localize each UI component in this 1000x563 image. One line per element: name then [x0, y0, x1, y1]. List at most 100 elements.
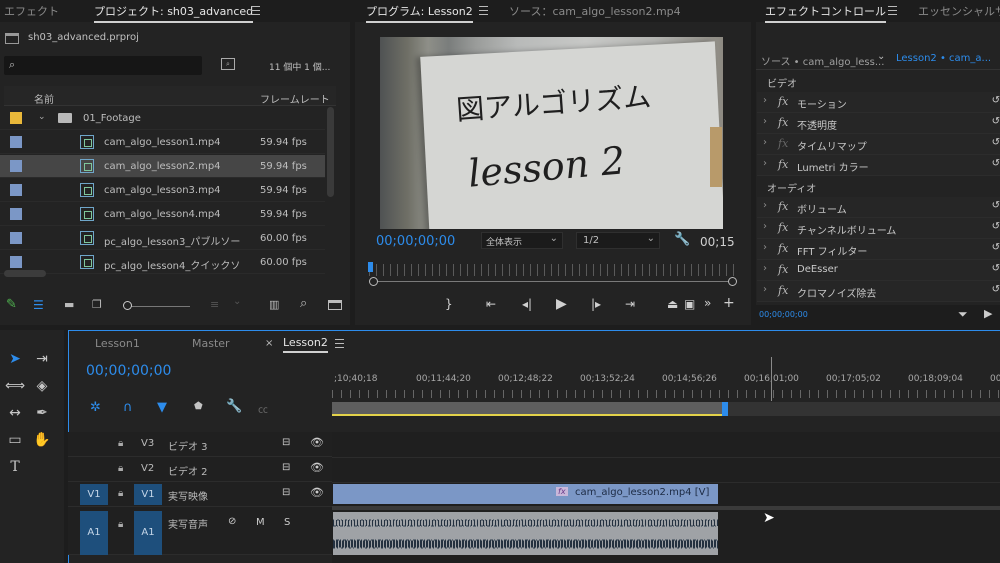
new-bin-from-search-icon[interactable]: ⌕ [221, 58, 235, 70]
add-marker-icon[interactable]: ⬟ [194, 401, 203, 412]
reset-icon[interactable]: ↺ [992, 200, 1000, 211]
horizontal-scrollbar[interactable] [4, 270, 46, 277]
timeline-settings-icon[interactable]: 🔧 [226, 399, 242, 414]
zoom-slider[interactable] [124, 306, 190, 307]
sort-icon[interactable]: ≡ [210, 298, 219, 311]
slip-tool-icon[interactable]: ↔ [4, 402, 26, 424]
eye-icon[interactable]: 👁︎ [310, 436, 324, 449]
fx-toggle-icon[interactable]: fx [778, 263, 788, 276]
effect-row[interactable]: › fx 不透明度 ↺ [757, 113, 1000, 134]
lock-icon[interactable]: 🔒︎ [118, 438, 123, 449]
panel-menu-icon[interactable] [888, 6, 897, 15]
eye-icon[interactable]: 👁︎ [310, 461, 324, 474]
zoom-bar-right-handle[interactable] [728, 277, 737, 286]
tab-lesson1[interactable]: Lesson1 [95, 337, 140, 350]
chevron-right-icon[interactable]: › [763, 242, 767, 253]
project-item-row[interactable]: cam_algo_lesson4.mp4 59.94 fps [0, 203, 325, 226]
reset-icon[interactable]: ↺ [992, 158, 1000, 169]
add-button-icon[interactable]: + [723, 295, 735, 311]
reset-icon[interactable]: ↺ [992, 284, 1000, 295]
panel-menu-icon[interactable] [479, 6, 488, 15]
freeform-view-icon[interactable]: ❐ [92, 298, 102, 311]
play-icon[interactable]: ▶ [556, 296, 567, 312]
linked-selection-icon[interactable]: ▼ [157, 400, 167, 415]
type-tool-icon[interactable]: T [4, 456, 26, 478]
track-select-tool-icon[interactable]: ⇥ [31, 348, 53, 370]
audio-clip[interactable] [333, 512, 718, 555]
lift-icon[interactable]: ⏏ [667, 297, 678, 311]
vertical-scrollbar[interactable] [327, 107, 334, 197]
zoom-bar[interactable] [371, 281, 735, 282]
panel-menu-icon[interactable] [335, 339, 344, 348]
fx-toggle-icon[interactable]: fx [778, 158, 788, 171]
go-to-out-icon[interactable]: ⇥ [625, 297, 635, 311]
tab-effect-controls[interactable]: エフェクトコントロール [765, 3, 886, 23]
fx-toggle-icon[interactable]: fx [778, 284, 788, 297]
effect-row[interactable]: › fx チャンネルボリューム ↺ [757, 218, 1000, 239]
reset-icon[interactable]: ↺ [992, 242, 1000, 253]
effect-row[interactable]: › fx DeEsser ↺ [757, 260, 1000, 281]
new-bin-icon[interactable] [328, 300, 342, 310]
col-framerate-header[interactable]: フレームレート [260, 91, 330, 106]
reset-icon[interactable]: ↺ [992, 263, 1000, 274]
tab-project[interactable]: プロジェクト: sh03_advanced [94, 3, 254, 23]
rectangle-tool-icon[interactable]: ▭ [4, 429, 26, 451]
effect-controls-timecode[interactable]: 00;00;00;00 [759, 310, 808, 319]
effect-row[interactable]: › fx Lumetri カラー ↺ [757, 155, 1000, 176]
zoom-select[interactable]: 全体表示 ⌄ [481, 232, 563, 249]
pen-tool-icon[interactable]: ✒ [31, 402, 53, 424]
reset-icon[interactable]: ↺ [992, 137, 1000, 148]
step-back-icon[interactable]: ◂| [522, 297, 532, 311]
chevron-right-icon[interactable]: › [763, 221, 767, 232]
tab-effects[interactable]: エフェクト [4, 3, 59, 19]
program-scrubber[interactable] [369, 264, 739, 276]
timeline-timecode[interactable]: 00;00;00;00 [86, 363, 171, 379]
reset-icon[interactable]: ↺ [992, 221, 1000, 232]
razor-tool-icon[interactable]: ◈ [31, 375, 53, 397]
mute-button[interactable]: M [256, 517, 265, 528]
tab-program[interactable]: プログラム: Lesson2 [366, 3, 473, 23]
lock-icon[interactable]: 🔒︎ [118, 488, 123, 499]
track-target-a1[interactable]: A1 [134, 511, 162, 555]
find-icon[interactable]: ⌕ [300, 296, 307, 311]
source-patch-v1[interactable]: V1 [80, 484, 108, 505]
fx-toggle-icon[interactable]: fx [778, 242, 788, 255]
automate-to-sequence-icon[interactable]: ▥ [269, 298, 279, 311]
project-item-row[interactable]: pc_algo_lesson4_クイックソ 60.00 fps [0, 251, 325, 274]
pencil-icon[interactable]: ✎ [6, 297, 17, 312]
project-item-row[interactable]: cam_algo_lesson3.mp4 59.94 fps [0, 179, 325, 202]
source-patch-a1[interactable]: A1 [80, 511, 108, 555]
sync-lock-icon[interactable]: ⊟ [282, 462, 290, 473]
tab-essential-sound[interactable]: エッセンシャルサ [918, 3, 1000, 19]
tab-source[interactable]: ソース：cam_algo_lesson2.mp4 [509, 3, 681, 19]
zoom-slider-handle[interactable] [123, 301, 132, 310]
effect-row[interactable]: › fx タイムリマップ ↺ [757, 134, 1000, 155]
captions-icon[interactable]: ㏄ [258, 401, 268, 416]
sync-lock-icon[interactable]: ⊟ [282, 437, 290, 448]
chevron-right-icon[interactable]: › [763, 158, 767, 169]
solo-button[interactable]: S [284, 517, 290, 528]
folder-row[interactable]: ⌄ 01_Footage [0, 107, 325, 130]
chevron-right-icon[interactable]: › [763, 137, 767, 148]
zoom-bar-left-handle[interactable] [369, 277, 378, 286]
reset-icon[interactable]: ↺ [992, 95, 1000, 106]
effect-row[interactable]: › fx FFT フィルター ↺ [757, 239, 1000, 260]
fx-toggle-icon[interactable]: fx [778, 95, 788, 108]
panel-menu-icon[interactable] [251, 6, 260, 15]
video-clip[interactable]: fx cam_algo_lesson2.mp4 [V] [333, 484, 718, 504]
filter-icon[interactable]: ⏷ [958, 307, 968, 322]
chevron-right-icon[interactable]: › [763, 284, 767, 295]
fx-toggle-icon[interactable]: fx [778, 200, 788, 213]
project-item-row[interactable]: cam_algo_lesson2.mp4 59.94 fps [0, 155, 325, 178]
ripple-edit-tool-icon[interactable]: ⟺ [4, 375, 26, 397]
chevron-down-icon[interactable]: ⌄ [38, 112, 46, 122]
effect-row[interactable]: › fx クロマノイズ除去 ↺ [757, 281, 1000, 302]
chevron-right-icon[interactable]: › [763, 263, 767, 274]
chevron-down-icon[interactable]: ⌄ [233, 296, 241, 307]
lock-icon[interactable]: 🔒︎ [118, 463, 123, 474]
search-input[interactable]: ⌕ [4, 56, 202, 75]
voiceover-icon[interactable]: ⊘ [228, 516, 236, 527]
chevron-down-icon[interactable]: ⌄ [877, 51, 885, 62]
resolution-select[interactable]: 1/2 ⌄ [576, 232, 660, 249]
project-item-row[interactable]: pc_algo_lesson3_パブルソー 60.00 fps [0, 227, 325, 250]
